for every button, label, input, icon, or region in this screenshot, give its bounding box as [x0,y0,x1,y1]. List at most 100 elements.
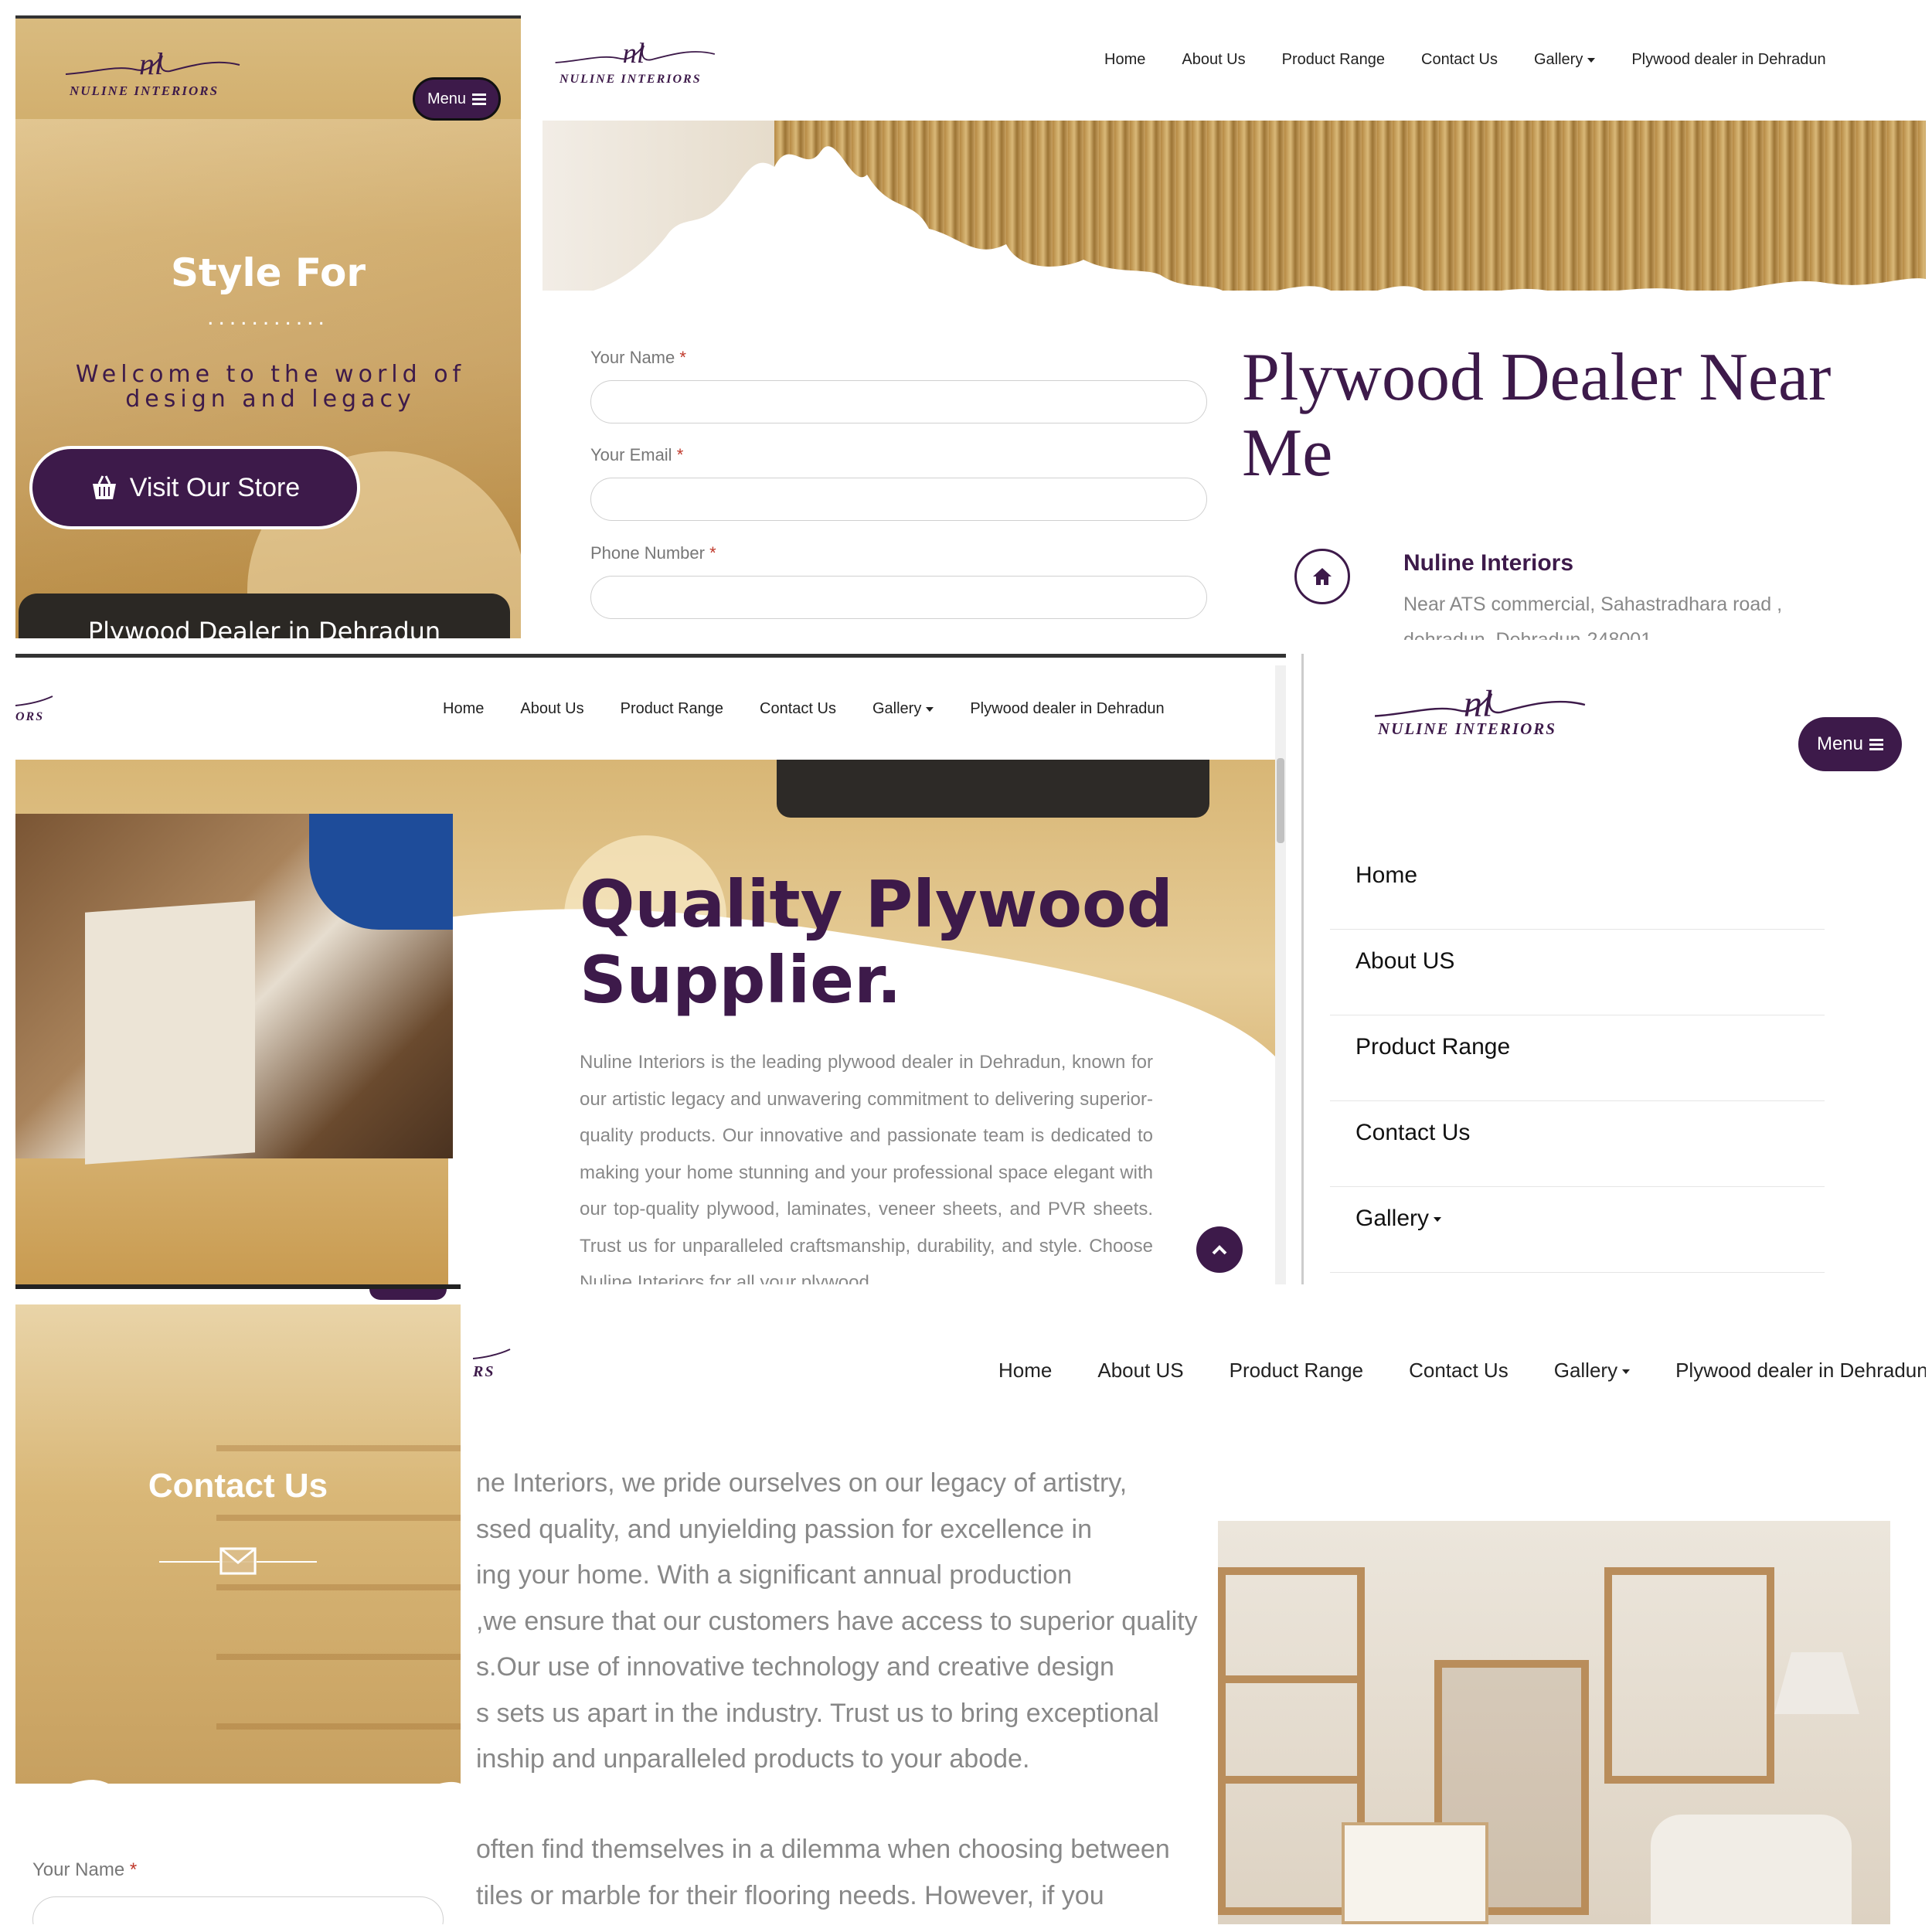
menu-button-label: Menu [1816,733,1864,754]
contact-title: Contact Us [148,1467,328,1505]
hero-dots-divider: ........... [207,304,329,330]
shelf-frame-right [1604,1567,1774,1784]
menu-button-fragment[interactable] [369,1289,447,1300]
phone-input[interactable] [590,576,1207,619]
scrollbar-thumb[interactable] [1277,758,1284,843]
home-icon [1294,549,1350,604]
mobile-nav-contact[interactable]: Contact Us [1330,1101,1825,1187]
name-input[interactable] [590,380,1207,423]
email-input[interactable] [590,478,1207,521]
nav-contact[interactable]: Contact Us [1421,51,1498,69]
address-company: Nuline Interiors [1403,550,1574,576]
brand-logo[interactable]: nl NULINE INTERIORS [552,32,730,94]
logo-text: NULINE INTERIORS [560,73,702,86]
name-label-text: Your Name [32,1859,125,1880]
chevron-up-icon [1212,1245,1227,1255]
plywood-sheet [85,900,255,1165]
logo-swash-icon: nl [555,37,716,69]
logo-text: NULINE INTERIORS [70,83,219,98]
chevron-down-icon [926,706,934,712]
nav-plywood-dealer[interactable]: Plywood dealer in Dehradun [1631,51,1825,69]
mobile-nav-home-label: Home [1355,862,1418,888]
nav-plywood-dealer[interactable]: Plywood dealer in Dehradun [970,700,1164,718]
nav-home[interactable]: Home [1104,51,1145,69]
hamburger-icon [472,91,487,107]
name-label-text: Your Name [590,348,675,367]
section-body: Nuline Interiors is the leading plywood … [580,1052,1153,1284]
required-mark: * [709,543,716,563]
nav-gallery[interactable]: Gallery [872,700,934,718]
mobile-nav-gallery-label: Gallery [1355,1206,1430,1231]
visit-store-button[interactable]: Visit Our Store [29,446,360,529]
brand-logo[interactable]: nl NULINE INTERIORS [62,42,240,104]
visit-store-label: Visit Our Store [129,472,301,502]
main-nav: Home About Us Product Range Contact Us G… [443,700,1165,718]
shelving-photo [1218,1521,1890,1924]
about-line: ssed quality, and unyielding passion for… [476,1514,1092,1544]
required-mark: * [676,445,684,464]
nav-contact[interactable]: Contact Us [760,700,836,718]
nav-about[interactable]: About Us [520,700,583,718]
nav-gallery-label: Gallery [872,700,922,717]
about-line: s.Our use of innovative technology and c… [476,1652,1114,1682]
hamburger-icon [1869,736,1884,753]
logo-swash-icon [473,1349,511,1359]
scroll-top-button[interactable] [1196,1226,1243,1273]
nav-home[interactable]: Home [443,700,484,718]
nav-gallery-label: Gallery [1533,51,1583,68]
email-label-text: Your Email [590,445,672,464]
nav-gallery[interactable]: Gallery [1554,1359,1631,1383]
required-mark: * [129,1859,138,1880]
menu-button[interactable]: Menu [413,77,501,121]
mobile-nav-gallery[interactable]: Gallery [1330,1187,1825,1273]
nav-contact[interactable]: Contact Us [1409,1359,1509,1383]
mobile-nav-product-range[interactable]: Product Range [1330,1015,1825,1101]
nav-plywood-dealer[interactable]: Plywood dealer in Dehradun [1675,1359,1926,1383]
chevron-down-icon [1587,57,1596,63]
mobile-nav-home[interactable]: Home [1330,844,1825,930]
brand-logo[interactable]: nl NULINE INTERIORS [1370,675,1602,753]
nav-product-range[interactable]: Product Range [621,700,723,718]
mobile-nav-about-label: About US [1355,948,1455,974]
name-label: Your Name * [590,348,686,368]
dealer-card[interactable]: Plywood Dealer in Dehradun [19,594,510,638]
drawer-unit [1342,1822,1488,1924]
main-nav: Home About US Product Range Contact Us G… [998,1359,1926,1383]
phone-label: Phone Number * [590,543,716,563]
scrollbar[interactable] [1275,665,1286,1284]
section-heading: Quality Plywood Supplier. [580,866,1173,1018]
logo-fragment: RS [473,1346,519,1385]
name-label: Your Name * [32,1859,137,1881]
about-line: often find themselves in a dilemma when … [476,1835,1170,1864]
nav-gallery[interactable]: Gallery [1533,51,1596,69]
logo-mark: nl [623,37,645,69]
chevron-down-icon [1622,1369,1631,1375]
nav-product-range[interactable]: Product Range [1230,1359,1363,1383]
main-nav: Home About Us Product Range Contact Us G… [1104,51,1826,69]
hero-title: Style For [170,250,366,295]
mobile-contact-panel: Contact Us Your Name * [15,1284,461,1924]
name-input[interactable] [32,1896,444,1924]
nav-about[interactable]: About US [1097,1359,1183,1383]
logo-fragment-text: RS [473,1363,495,1380]
logo-mark: nl [139,46,163,81]
banner-cloud-edge [543,146,1926,306]
envelope-icon [219,1547,257,1575]
menu-button[interactable]: Menu [1798,717,1902,771]
logo-swash-icon: nl [65,46,240,81]
lamp-shade [1774,1652,1859,1714]
mobile-nav-list: Home About US Product Range Contact Us G… [1330,844,1825,1273]
contact-desktop-panel: nl NULINE INTERIORS Home About Us Produc… [543,0,1926,640]
about-line: ing your home. With a significant annual… [476,1560,1073,1590]
nav-home[interactable]: Home [998,1359,1052,1383]
address-line1: Near ATS commercial, Sahastradhara road … [1403,594,1783,615]
mobile-nav-about[interactable]: About US [1330,930,1825,1015]
mobile-home-panel: nl NULINE INTERIORS Menu Style For .....… [15,15,521,638]
nav-product-range[interactable]: Product Range [1282,51,1385,69]
nav-about[interactable]: About Us [1182,51,1245,69]
about-line: tiles or marble for their flooring needs… [476,1880,1104,1910]
section-heading-line1: Quality Plywood [580,866,1173,942]
logo-fragment-text: ORS [15,710,45,723]
logo-mark: nl [1464,684,1493,725]
about-line: ,we ensure that our customers have acces… [476,1606,1198,1636]
